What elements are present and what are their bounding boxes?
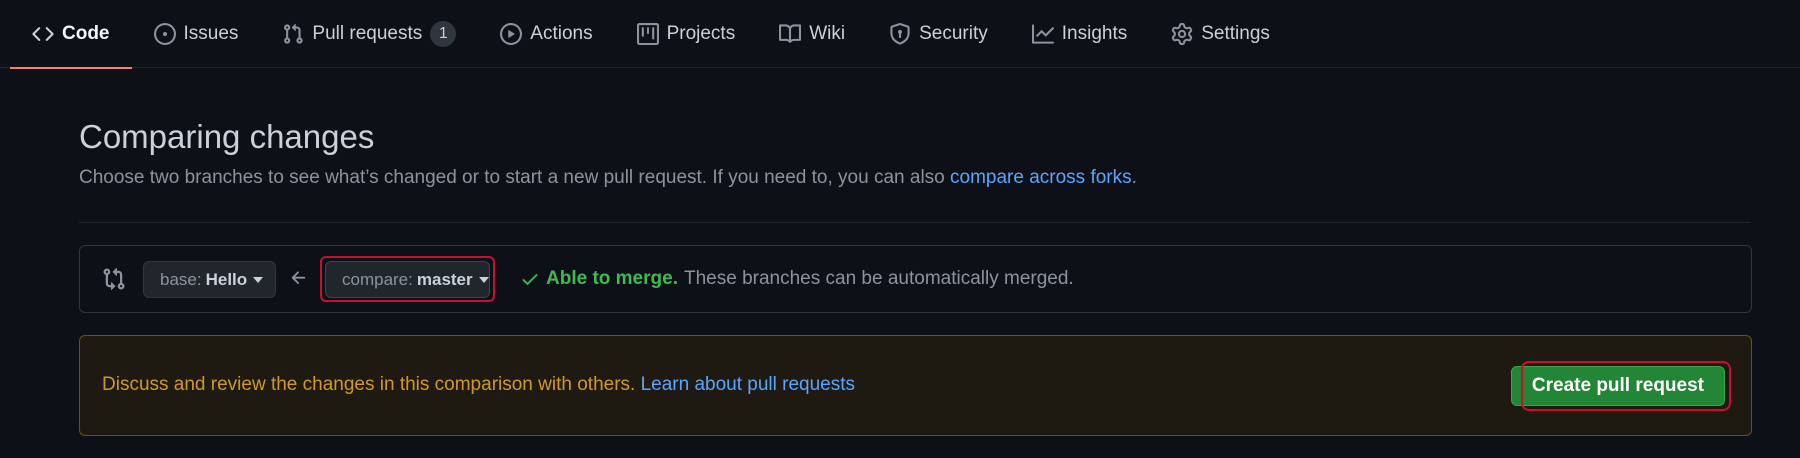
description-text: Choose two branches to see what’s change… <box>79 167 951 188</box>
tab-label: Insights <box>1061 23 1128 44</box>
tab-label: Projects <box>666 23 736 44</box>
tab-code[interactable]: Code <box>10 0 132 69</box>
repo-tabs: Code Issues Pull requests 1 Actions Proj… <box>10 0 1292 69</box>
shield-icon <box>889 23 911 45</box>
page-title: Comparing changes <box>79 118 375 155</box>
page-description: Choose two branches to see what’s change… <box>79 167 1137 189</box>
compare-branch-select[interactable]: compare: master <box>325 261 490 298</box>
learn-about-pull-requests-link[interactable]: Learn about pull requests <box>641 374 855 395</box>
tab-insights[interactable]: Insights <box>1010 0 1149 68</box>
compare-across-forks-link[interactable]: compare across forks <box>950 167 1132 188</box>
book-icon <box>779 23 802 45</box>
tab-label: Code <box>62 23 110 44</box>
base-value: Hello <box>205 269 248 289</box>
merge-ok-text: Able to merge. <box>546 268 678 289</box>
arrow-left-icon <box>289 268 309 288</box>
gear-icon <box>1171 23 1193 45</box>
tab-issues[interactable]: Issues <box>132 0 261 68</box>
caret-down-icon <box>253 276 264 283</box>
tab-actions[interactable]: Actions <box>478 0 614 68</box>
git-compare-icon <box>102 267 126 291</box>
tab-settings[interactable]: Settings <box>1149 0 1292 68</box>
divider <box>79 222 1751 223</box>
tab-label: Settings <box>1201 23 1270 44</box>
tab-label: Actions <box>530 23 593 44</box>
repo-nav: Code Issues Pull requests 1 Actions Proj… <box>0 0 1800 69</box>
merge-status: Able to merge. These branches can be aut… <box>520 268 1074 290</box>
create-pull-request-button[interactable]: Create pull request <box>1510 366 1725 406</box>
tab-label: Pull requests <box>312 23 423 44</box>
callout-text: Discuss and review the changes in this c… <box>102 374 641 395</box>
pull-requests-counter: 1 <box>430 21 457 47</box>
description-end: . <box>1131 167 1137 188</box>
tab-label: Wiki <box>809 23 846 44</box>
tab-label: Security <box>919 23 988 44</box>
compare-value: master <box>416 269 473 289</box>
compare-label: compare: <box>342 269 413 289</box>
tab-pull-requests[interactable]: Pull requests 1 <box>260 0 478 68</box>
issue-opened-icon <box>153 23 176 45</box>
base-branch-select[interactable]: base: Hello <box>143 261 276 298</box>
caret-down-icon <box>478 276 489 283</box>
tab-label: Issues <box>183 23 239 44</box>
base-label: base: <box>160 269 202 289</box>
pull-request-callout: Discuss and review the changes in this c… <box>79 335 1752 436</box>
range-editor: base: Hello compare: master Able to merg… <box>79 245 1752 313</box>
callout-message: Discuss and review the changes in this c… <box>102 374 855 396</box>
git-pull-request-icon <box>282 23 304 45</box>
tab-wiki[interactable]: Wiki <box>757 0 867 68</box>
graph-icon <box>1031 23 1054 45</box>
table-icon <box>636 23 659 45</box>
tab-projects[interactable]: Projects <box>615 0 758 68</box>
tab-security[interactable]: Security <box>867 0 1010 68</box>
merge-message: These branches can be automatically merg… <box>683 268 1074 289</box>
check-icon <box>522 274 538 285</box>
code-icon <box>32 23 54 45</box>
play-icon <box>500 23 523 45</box>
